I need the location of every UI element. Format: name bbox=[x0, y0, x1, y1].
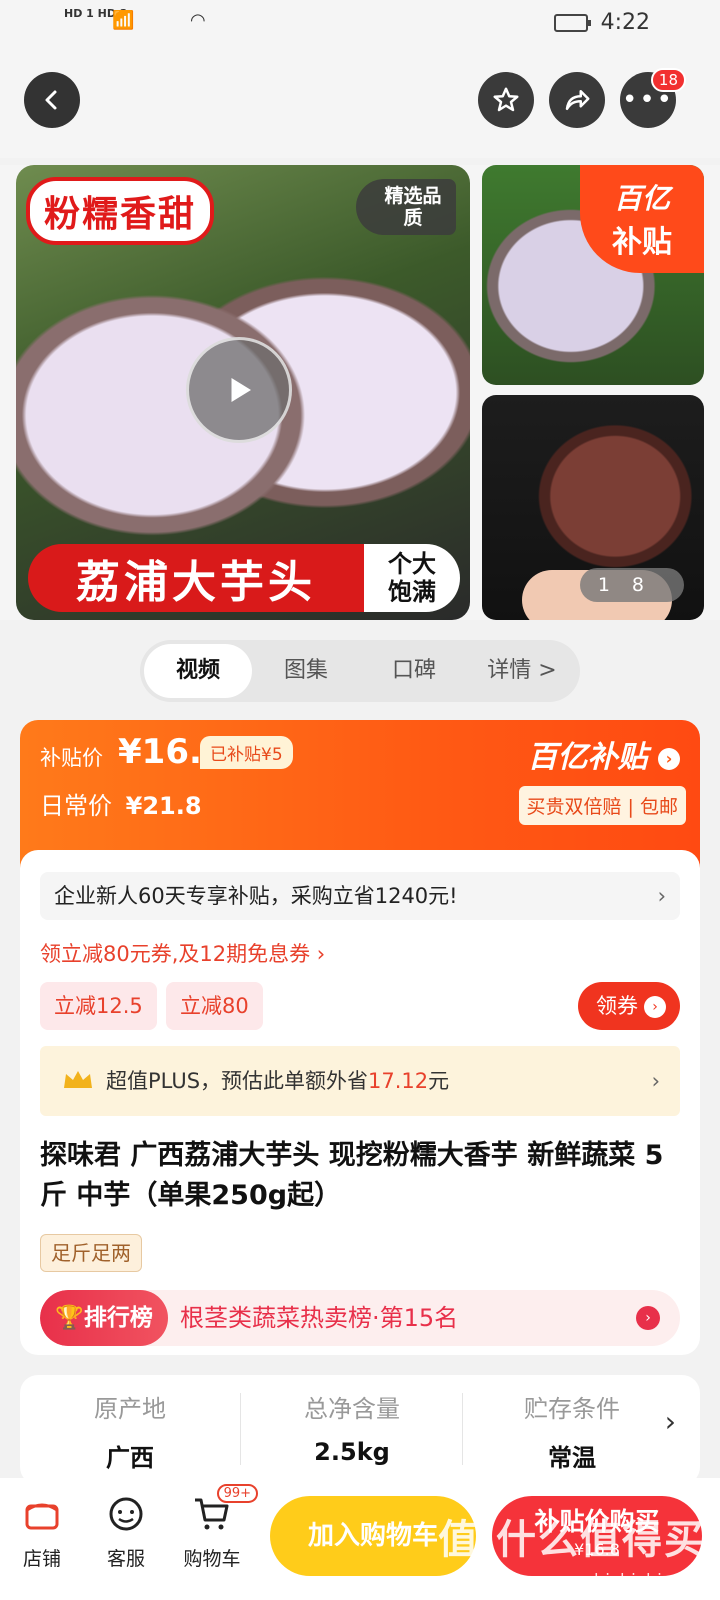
guarantee-badge[interactable]: 买贵双倍赔 | 包邮 bbox=[518, 786, 686, 825]
notification-badge: 18 bbox=[650, 68, 686, 92]
watermark: 值 什么值得买 zhizhizhi.com bbox=[438, 1520, 706, 1600]
chevron-left-icon bbox=[45, 90, 57, 110]
subsidy-corner-badge: 百亿 补贴 bbox=[580, 165, 704, 273]
product-banner: 荔浦大芋头 bbox=[28, 544, 364, 612]
service-label: 客服 bbox=[106, 1548, 145, 1570]
spec-value: 2.5kg bbox=[314, 1438, 390, 1466]
main-video-thumbnail[interactable]: 粉糯香甜 精选品质 荔浦大芋头 个大饱满 bbox=[16, 165, 470, 620]
spec-key: 原产地 bbox=[94, 1395, 166, 1423]
daily-price: ¥21.8 bbox=[125, 792, 202, 820]
ranking-text: 根茎类蔬菜热卖榜·第15名 bbox=[180, 1304, 459, 1332]
cart-label: 购物车 bbox=[183, 1548, 241, 1570]
share-button[interactable] bbox=[549, 72, 605, 128]
plus-text: 超值PLUS，预估此单额外省 bbox=[106, 1069, 369, 1093]
clock: 4:22 bbox=[600, 10, 650, 35]
chevron-right-icon: › bbox=[657, 884, 666, 908]
product-info-card: 企业新人60天专享补贴，采购立省1240元! › 领立减80元券,及12期免息券… bbox=[20, 850, 700, 1355]
quality-tag: 精选品质 bbox=[356, 179, 456, 235]
spec-storage: 贮存条件 常温 bbox=[472, 1389, 672, 1473]
tab-video[interactable]: 视频 bbox=[144, 644, 252, 698]
banner-side-tag: 个大饱满 bbox=[364, 544, 460, 612]
page-indicator: 18 bbox=[579, 568, 684, 602]
watermark-text: 值 什么值得买 bbox=[438, 1517, 706, 1563]
subsidy-corner-line1: 百亿 bbox=[613, 182, 670, 215]
chevron-right-icon[interactable]: › bbox=[665, 1405, 676, 1438]
spec-value: 常温 bbox=[548, 1444, 596, 1472]
enterprise-subsidy-text: 企业新人60天专享补贴，采购立省1240元! bbox=[54, 884, 458, 908]
ranking-tag: 🏆排行榜 bbox=[40, 1290, 168, 1346]
ranking-label: 排行榜 bbox=[83, 1305, 153, 1331]
tab-details[interactable]: 详情 > bbox=[468, 644, 576, 698]
feature-tag: 粉糯香甜 bbox=[26, 177, 215, 245]
discount-pill[interactable]: 立减12.5 bbox=[40, 982, 157, 1030]
back-button[interactable] bbox=[24, 72, 80, 128]
watermark-url: zhizhizhi.com bbox=[584, 1570, 706, 1589]
ranking-row[interactable]: 🏆排行榜 根茎类蔬菜热卖榜·第15名 › bbox=[40, 1290, 680, 1346]
shop-icon bbox=[20, 1492, 64, 1536]
spec-net-weight: 总净含量 2.5kg bbox=[252, 1389, 452, 1466]
enterprise-subsidy-row[interactable]: 企业新人60天专享补贴，采购立省1240元! › bbox=[40, 872, 680, 920]
play-icon bbox=[231, 378, 251, 402]
product-title: 探味君 广西荔浦大芋头 现挖粉糯大香芋 新鲜蔬菜 5斤 中芋（单果250g起） bbox=[40, 1140, 664, 1211]
signal-icon: 📶 bbox=[112, 10, 136, 31]
daily-price-row: 日常价 ¥21.8 bbox=[40, 786, 202, 821]
more-button[interactable]: ••• 18 bbox=[620, 68, 686, 128]
crown-icon bbox=[64, 1071, 92, 1088]
play-button[interactable] bbox=[186, 337, 292, 443]
page-current: 1 bbox=[597, 574, 632, 596]
wifi-icon: ◠ bbox=[190, 10, 207, 31]
gallery-thumbnail[interactable]: 18 bbox=[482, 395, 704, 620]
chevron-right-icon: › bbox=[658, 747, 680, 770]
subsidy-corner-line2: 补贴 bbox=[612, 225, 672, 260]
divider bbox=[240, 1393, 241, 1465]
cart-count-badge: 99+ bbox=[216, 1484, 258, 1503]
chevron-right-icon: › bbox=[636, 1306, 660, 1330]
plus-savings-row[interactable]: 超值PLUS，预估此单额外省17.12元 › bbox=[40, 1046, 680, 1116]
trophy-icon: 🏆 bbox=[55, 1305, 84, 1331]
subsidy-brand-link[interactable]: 百亿补贴 › bbox=[528, 732, 680, 776]
chat-icon bbox=[104, 1492, 148, 1536]
customer-service-button[interactable]: 客服 bbox=[86, 1492, 166, 1571]
spec-value: 广西 bbox=[106, 1444, 154, 1472]
share-icon bbox=[565, 90, 590, 110]
chevron-right-icon: › bbox=[651, 1069, 660, 1093]
spec-origin: 原产地 广西 bbox=[30, 1389, 230, 1473]
discount-pill[interactable]: 立减80 bbox=[166, 982, 263, 1030]
battery-icon bbox=[554, 14, 591, 32]
coupon-link[interactable]: 领立减80元券,及12期免息券 › bbox=[40, 938, 325, 968]
favorite-button[interactable] bbox=[478, 72, 534, 128]
page-total: 8 bbox=[631, 574, 666, 596]
gallery-thumbnail[interactable]: 百亿 补贴 bbox=[482, 165, 704, 385]
chevron-right-icon: › bbox=[644, 996, 666, 1018]
weight-tag: 足斤足两 bbox=[40, 1234, 142, 1272]
subsidy-price-label: 补贴价 bbox=[40, 746, 103, 770]
subsidized-badge: 已补贴¥5 bbox=[200, 736, 293, 769]
spec-key: 总净含量 bbox=[304, 1395, 400, 1423]
divider bbox=[462, 1393, 463, 1465]
subsidy-brand-text: 百亿补贴 bbox=[527, 740, 648, 775]
tab-reviews[interactable]: 口碑 bbox=[360, 644, 468, 698]
price-card: 补贴价 ¥16.8 已补贴¥5 日常价 ¥21.8 百亿补贴 › 买贵双倍赔 |… bbox=[20, 720, 700, 870]
tab-gallery[interactable]: 图集 bbox=[252, 644, 360, 698]
status-bar: HD 1 HD 2 📶 ◠ 4:22 bbox=[0, 0, 720, 48]
plus-unit: 元 bbox=[428, 1069, 450, 1093]
spec-card[interactable]: 原产地 广西 总净含量 2.5kg 贮存条件 常温 › bbox=[20, 1375, 700, 1485]
cart-button[interactable]: 99+ 购物车 bbox=[172, 1484, 258, 1571]
top-nav: ••• 18 bbox=[0, 48, 720, 158]
claim-coupon-button[interactable]: 领券 › bbox=[578, 982, 680, 1030]
claim-coupon-label: 领券 bbox=[596, 994, 638, 1018]
daily-price-label: 日常价 bbox=[40, 792, 112, 820]
plus-amount: 17.12 bbox=[368, 1069, 429, 1093]
shop-label: 店铺 bbox=[22, 1548, 61, 1570]
shop-button[interactable]: 店铺 bbox=[2, 1492, 82, 1571]
spec-key: 贮存条件 bbox=[524, 1395, 620, 1423]
media-tabs: 视频 图集 口碑 详情 > bbox=[140, 640, 580, 702]
cart-icon: 99+ bbox=[190, 1484, 258, 1536]
image-gallery[interactable]: 粉糯香甜 精选品质 荔浦大芋头 个大饱满 百亿 补贴 18 bbox=[0, 165, 720, 620]
star-icon bbox=[493, 87, 519, 112]
